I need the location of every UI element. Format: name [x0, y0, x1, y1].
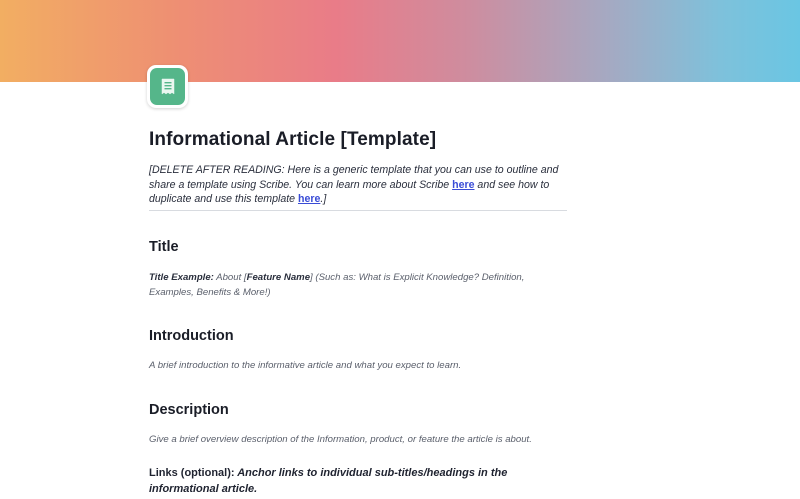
feature-name: Feature Name: [246, 272, 311, 283]
cover-banner: [0, 0, 800, 82]
title-example-label: Title Example:: [149, 272, 214, 283]
links-label: Links (optional):: [149, 467, 235, 479]
links-paragraph[interactable]: Links (optional): Anchor links to indivi…: [149, 465, 567, 497]
title-example-paragraph[interactable]: Title Example: About [Feature Name] (Suc…: [149, 271, 567, 300]
introduction-paragraph[interactable]: A brief introduction to the informative …: [149, 359, 567, 374]
description-paragraph[interactable]: Give a brief overview description of the…: [149, 433, 567, 448]
intro-lead: [DELETE AFTER READING:: [149, 164, 285, 176]
scribe-link[interactable]: here: [452, 179, 474, 191]
intro-paragraph[interactable]: [DELETE AFTER READING: Here is a generic…: [149, 163, 567, 207]
page-title[interactable]: Informational Article [Template]: [149, 129, 569, 151]
divider: [149, 210, 567, 211]
title-example-mid: About [: [213, 272, 247, 283]
heading-title[interactable]: Title: [149, 239, 569, 255]
heading-description[interactable]: Description: [149, 402, 569, 418]
intro-text-3: .]: [320, 193, 327, 205]
heading-introduction[interactable]: Introduction: [149, 328, 569, 344]
page-icon[interactable]: [147, 65, 188, 108]
duplicate-template-link[interactable]: here: [298, 193, 320, 205]
receipt-icon: [150, 68, 185, 105]
